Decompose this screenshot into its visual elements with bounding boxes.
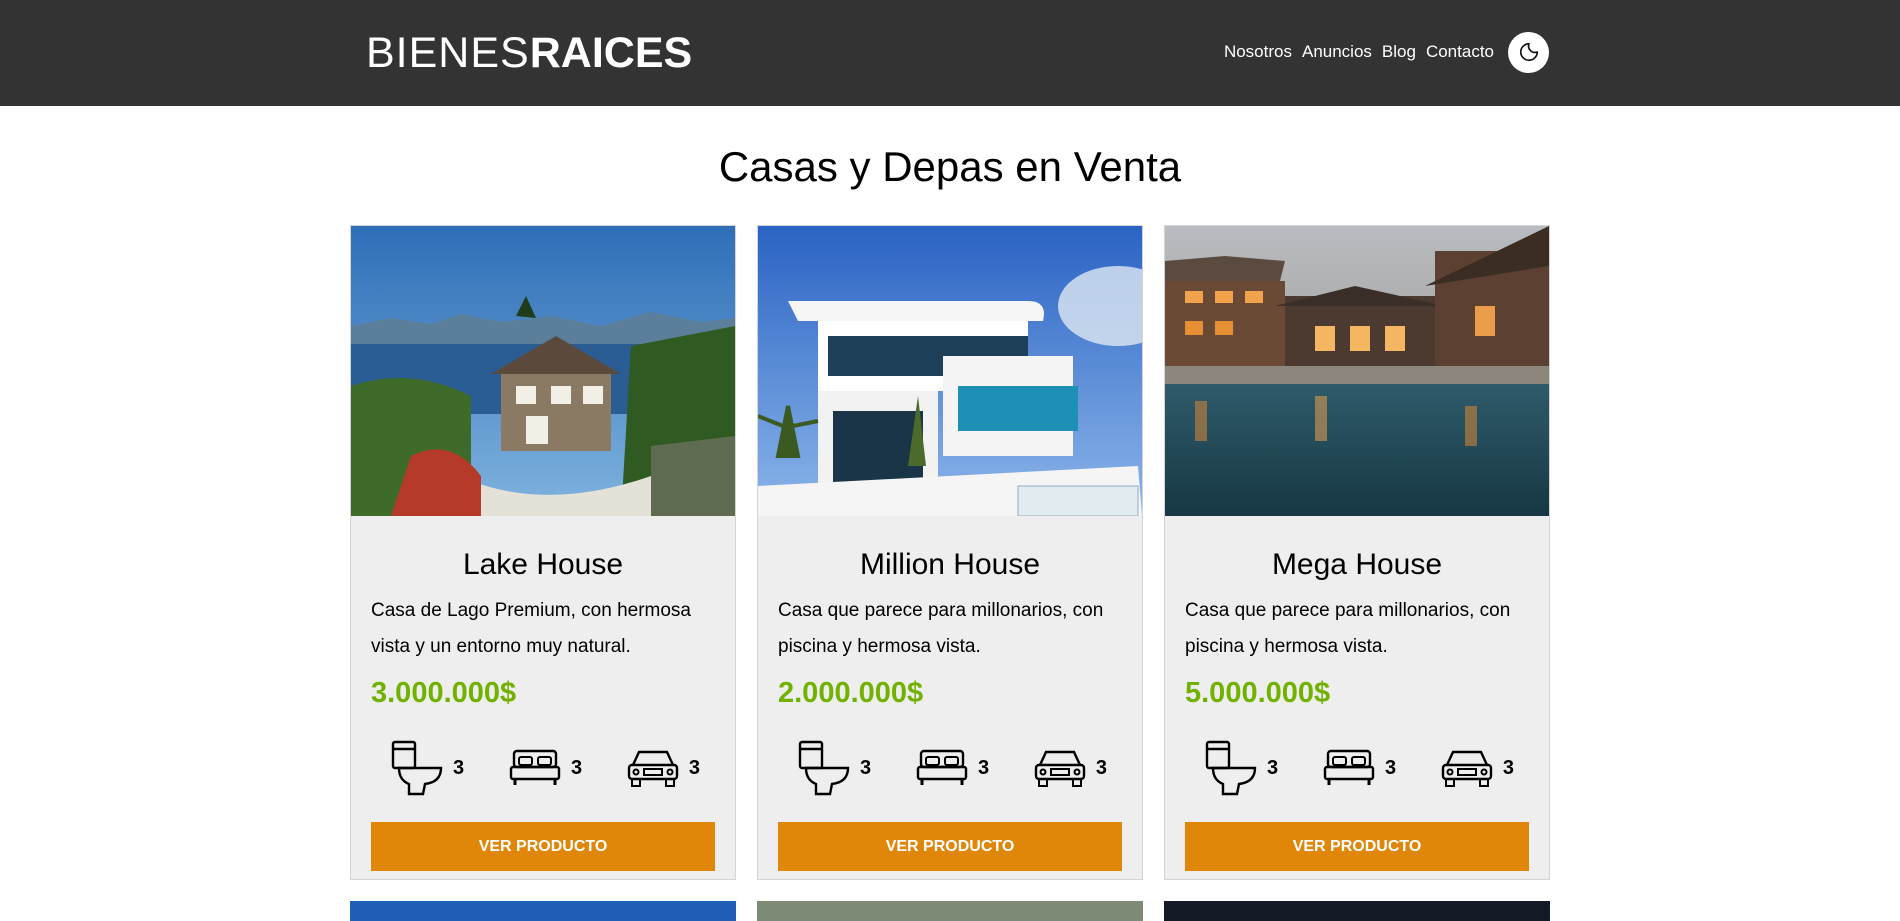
dark-mode-toggle[interactable]: [1508, 31, 1549, 73]
toilet-icon: [798, 740, 850, 796]
logo-bold-text: RAICES: [529, 29, 693, 77]
ver-producto-button[interactable]: VER PRODUCTO: [778, 822, 1122, 871]
bed-icon: [1323, 749, 1375, 785]
page-title: Casas y Depas en Venta: [718, 143, 1182, 190]
toilet-icon: [391, 740, 443, 796]
listing-card: Mega House Casa que parece para millonar…: [1164, 225, 1550, 880]
listing-photo-lake-house[interactable]: [351, 226, 735, 516]
site-logo[interactable]: BIENESRAICES: [366, 28, 692, 78]
nav-link-blog[interactable]: Blog: [1382, 42, 1416, 62]
listings-grid: Lake House Casa de Lago Premium, con her…: [350, 225, 1550, 921]
bedrooms-count: 3: [977, 756, 990, 779]
listing-photo-peek[interactable]: [350, 901, 736, 921]
bedrooms-count: 3: [1384, 756, 1397, 779]
site-header: BIENESRAICES Nosotros Anuncios Blog Cont…: [0, 0, 1900, 106]
listing-title: Million House: [859, 548, 1041, 581]
car-icon: [627, 750, 679, 787]
feature-parking: 3: [1441, 747, 1514, 789]
listing-features: 3 3 3: [1165, 738, 1549, 798]
listing-photo-peek[interactable]: [757, 901, 1143, 921]
listing-card: Lake House Casa de Lago Premium, con her…: [350, 225, 736, 880]
listing-photo-mega-house[interactable]: [1165, 226, 1549, 516]
listing-title: Mega House: [1271, 548, 1443, 581]
ver-producto-button[interactable]: VER PRODUCTO: [1185, 822, 1529, 871]
parking-count: 3: [688, 756, 700, 779]
feature-bedrooms: 3: [509, 748, 582, 788]
feature-parking: 3: [1034, 747, 1107, 789]
car-icon: [1441, 750, 1493, 787]
bedrooms-count: 3: [570, 756, 583, 779]
listing-features: 3 3 3: [351, 738, 735, 798]
feature-wc: 3: [798, 740, 871, 796]
feature-parking: 3: [627, 747, 700, 789]
parking-count: 3: [1095, 756, 1107, 779]
feature-bedrooms: 3: [1323, 748, 1396, 788]
bed-icon: [509, 749, 561, 785]
nav-link-contacto[interactable]: Contacto: [1426, 42, 1494, 62]
listing-card: Million House Casa que parece para millo…: [757, 225, 1143, 880]
toilet-icon: [1205, 740, 1257, 796]
nav-link-anuncios[interactable]: Anuncios: [1302, 42, 1372, 62]
listing-price: 2.000.000$: [778, 677, 924, 709]
listing-description: Casa que parece para millonarios, con pi…: [1185, 600, 1511, 657]
listing-photo-peek[interactable]: [1164, 901, 1550, 921]
car-icon: [1034, 750, 1086, 787]
nav-link-nosotros[interactable]: Nosotros: [1224, 42, 1292, 62]
wc-count: 3: [860, 756, 872, 779]
ver-producto-button[interactable]: VER PRODUCTO: [371, 822, 715, 871]
listing-features: 3 3 3: [758, 738, 1142, 798]
bed-icon: [916, 749, 968, 785]
feature-bedrooms: 3: [916, 748, 989, 788]
logo-light-text: BIENES: [366, 29, 530, 77]
listing-price: 3.000.000$: [371, 677, 517, 709]
wc-count: 3: [1267, 756, 1279, 779]
moon-icon: [1519, 42, 1538, 62]
parking-count: 3: [1502, 756, 1514, 779]
listing-photo-million-house[interactable]: [758, 226, 1142, 516]
listing-title: Lake House: [462, 548, 624, 581]
feature-wc: 3: [1205, 740, 1278, 796]
feature-wc: 3: [391, 740, 464, 796]
listing-price: 5.000.000$: [1185, 677, 1331, 709]
listing-description: Casa de Lago Premium, con hermosa vista …: [371, 600, 691, 657]
listing-description: Casa que parece para millonarios, con pi…: [778, 600, 1104, 657]
wc-count: 3: [453, 756, 465, 779]
main-nav: Nosotros Anuncios Blog Contacto: [1214, 30, 1549, 74]
